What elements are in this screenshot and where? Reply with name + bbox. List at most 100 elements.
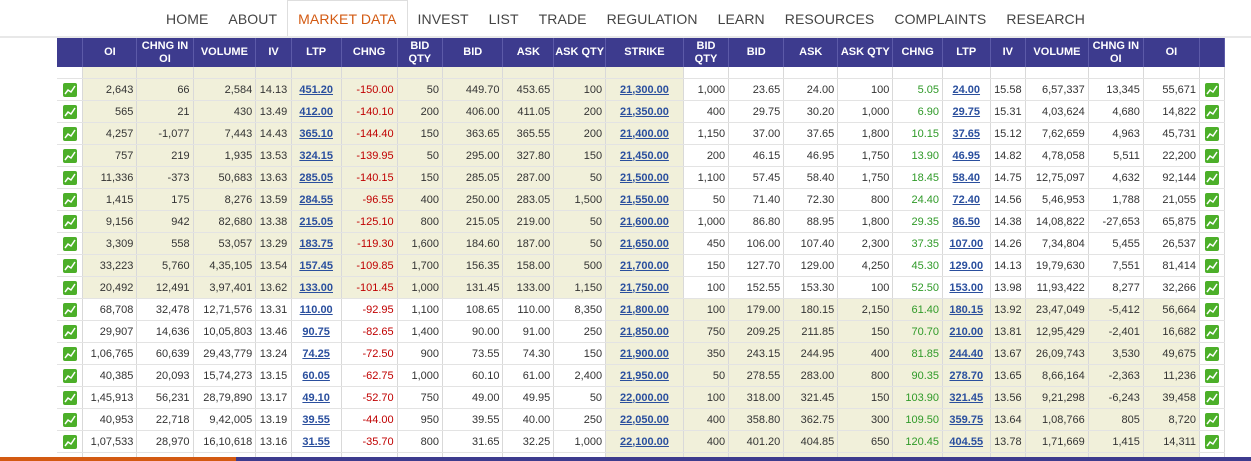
strike-price-link[interactable]: 21,650.00 xyxy=(605,232,684,255)
chart-icon[interactable] xyxy=(62,170,77,185)
strike-price-link[interactable]: 21,950.00 xyxy=(605,364,684,387)
put-ltp[interactable]: 321.45 xyxy=(942,386,991,409)
chart-icon[interactable] xyxy=(1205,236,1219,251)
column-header-chng-in-oi: CHNG IN OI xyxy=(1088,38,1144,67)
chart-icon[interactable] xyxy=(1205,170,1219,185)
call-chart-cell xyxy=(57,386,84,409)
call-ltp[interactable]: 133.00 xyxy=(291,276,342,299)
call-ltp[interactable]: 157.45 xyxy=(291,254,342,277)
chart-icon[interactable] xyxy=(62,434,77,449)
strike-price-link[interactable]: 21,900.00 xyxy=(605,342,684,365)
chart-icon[interactable] xyxy=(1205,280,1219,295)
chart-icon[interactable] xyxy=(62,192,77,207)
strike-price-link[interactable]: 22,050.00 xyxy=(605,408,684,431)
chart-icon[interactable] xyxy=(62,82,77,97)
put-ltp[interactable]: 180.15 xyxy=(942,298,991,321)
chart-icon[interactable] xyxy=(62,324,77,339)
call-ltp[interactable]: 39.55 xyxy=(291,408,342,431)
chart-icon[interactable] xyxy=(1205,192,1219,207)
put-bid: 106.00 xyxy=(728,232,785,255)
chart-icon[interactable] xyxy=(62,346,77,361)
call-ltp[interactable]: 365.10 xyxy=(291,122,342,145)
strike-price-link[interactable]: 21,300.00 xyxy=(605,78,684,101)
strike-price-link[interactable]: 21,350.00 xyxy=(605,100,684,123)
put-ltp[interactable]: 404.55 xyxy=(942,430,991,453)
call-ltp[interactable]: 284.55 xyxy=(291,188,342,211)
chart-icon[interactable] xyxy=(62,104,77,119)
put-ltp[interactable]: 210.00 xyxy=(942,320,991,343)
nav-item-regulation[interactable]: REGULATION xyxy=(597,0,708,37)
put-ltp[interactable]: 153.00 xyxy=(942,276,991,299)
call-ltp[interactable]: 451.20 xyxy=(291,78,342,101)
nav-item-complaints[interactable]: COMPLAINTS xyxy=(884,0,996,37)
chart-icon[interactable] xyxy=(62,280,77,295)
put-ltp[interactable]: 129.00 xyxy=(942,254,991,277)
call-ltp[interactable]: 110.00 xyxy=(291,298,342,321)
put-ltp[interactable]: 244.40 xyxy=(942,342,991,365)
nav-item-list[interactable]: LIST xyxy=(479,0,529,37)
nav-item-trade[interactable]: TRADE xyxy=(529,0,597,37)
call-ltp[interactable]: 74.25 xyxy=(291,342,342,365)
chart-icon[interactable] xyxy=(1205,302,1219,317)
put-chng: 18.45 xyxy=(892,166,943,189)
put-ltp[interactable]: 107.00 xyxy=(942,232,991,255)
put-ltp[interactable]: 278.70 xyxy=(942,364,991,387)
chart-icon[interactable] xyxy=(1205,368,1219,383)
nav-item-home[interactable]: HOME xyxy=(156,0,218,37)
chart-icon[interactable] xyxy=(62,126,77,141)
strike-price-link[interactable]: 21,850.00 xyxy=(605,320,684,343)
nav-item-market-data[interactable]: MARKET DATA xyxy=(287,0,408,37)
put-ltp[interactable]: 58.40 xyxy=(942,166,991,189)
chart-icon[interactable] xyxy=(1205,214,1219,229)
chart-icon[interactable] xyxy=(62,258,77,273)
strike-price-link[interactable]: 21,700.00 xyxy=(605,254,684,277)
put-ltp[interactable]: 46.95 xyxy=(942,144,991,167)
put-ltp[interactable]: 359.75 xyxy=(942,408,991,431)
nav-item-about[interactable]: ABOUT xyxy=(218,0,287,37)
nav-item-research[interactable]: RESEARCH xyxy=(996,0,1095,37)
chart-icon[interactable] xyxy=(1205,390,1219,405)
chart-icon[interactable] xyxy=(1205,324,1219,339)
chart-icon[interactable] xyxy=(1205,346,1219,361)
call-ltp[interactable]: 49.10 xyxy=(291,386,342,409)
chart-icon[interactable] xyxy=(62,302,77,317)
chart-icon[interactable] xyxy=(62,390,77,405)
chart-icon[interactable] xyxy=(1205,258,1219,273)
nav-item-resources[interactable]: RESOURCES xyxy=(775,0,885,37)
chart-icon[interactable] xyxy=(1205,126,1219,141)
chart-icon[interactable] xyxy=(62,148,77,163)
chart-icon[interactable] xyxy=(1205,412,1219,427)
call-ltp[interactable]: 90.75 xyxy=(291,320,342,343)
chart-icon[interactable] xyxy=(1205,104,1219,119)
call-ltp[interactable]: 285.05 xyxy=(291,166,342,189)
strike-price-link[interactable]: 21,750.00 xyxy=(605,276,684,299)
strike-price-link[interactable]: 21,800.00 xyxy=(605,298,684,321)
chart-icon[interactable] xyxy=(62,412,77,427)
chart-icon[interactable] xyxy=(62,368,77,383)
call-ltp[interactable]: 324.15 xyxy=(291,144,342,167)
put-ltp[interactable]: 86.50 xyxy=(942,210,991,233)
put-ltp[interactable]: 37.65 xyxy=(942,122,991,145)
chart-icon[interactable] xyxy=(1205,434,1219,449)
strike-price-link[interactable]: 22,100.00 xyxy=(605,430,684,453)
strike-price-link[interactable]: 21,450.00 xyxy=(605,144,684,167)
put-ltp[interactable]: 24.00 xyxy=(942,78,991,101)
strike-price-link[interactable]: 22,000.00 xyxy=(605,386,684,409)
call-ltp[interactable]: 183.75 xyxy=(291,232,342,255)
put-ltp[interactable]: 72.40 xyxy=(942,188,991,211)
strike-price-link[interactable]: 21,550.00 xyxy=(605,188,684,211)
call-ltp[interactable]: 60.05 xyxy=(291,364,342,387)
call-ltp[interactable]: 215.05 xyxy=(291,210,342,233)
strike-price-link[interactable]: 21,400.00 xyxy=(605,122,684,145)
nav-item-invest[interactable]: INVEST xyxy=(408,0,479,37)
call-ltp[interactable]: 31.55 xyxy=(291,430,342,453)
chart-icon[interactable] xyxy=(1205,148,1219,163)
chart-icon[interactable] xyxy=(62,214,77,229)
nav-item-learn[interactable]: LEARN xyxy=(708,0,775,37)
chart-icon[interactable] xyxy=(62,236,77,251)
strike-price-link[interactable]: 21,500.00 xyxy=(605,166,684,189)
put-ltp[interactable]: 29.75 xyxy=(942,100,991,123)
chart-icon[interactable] xyxy=(1205,82,1219,97)
strike-price-link[interactable]: 21,600.00 xyxy=(605,210,684,233)
call-ltp[interactable]: 412.00 xyxy=(291,100,342,123)
